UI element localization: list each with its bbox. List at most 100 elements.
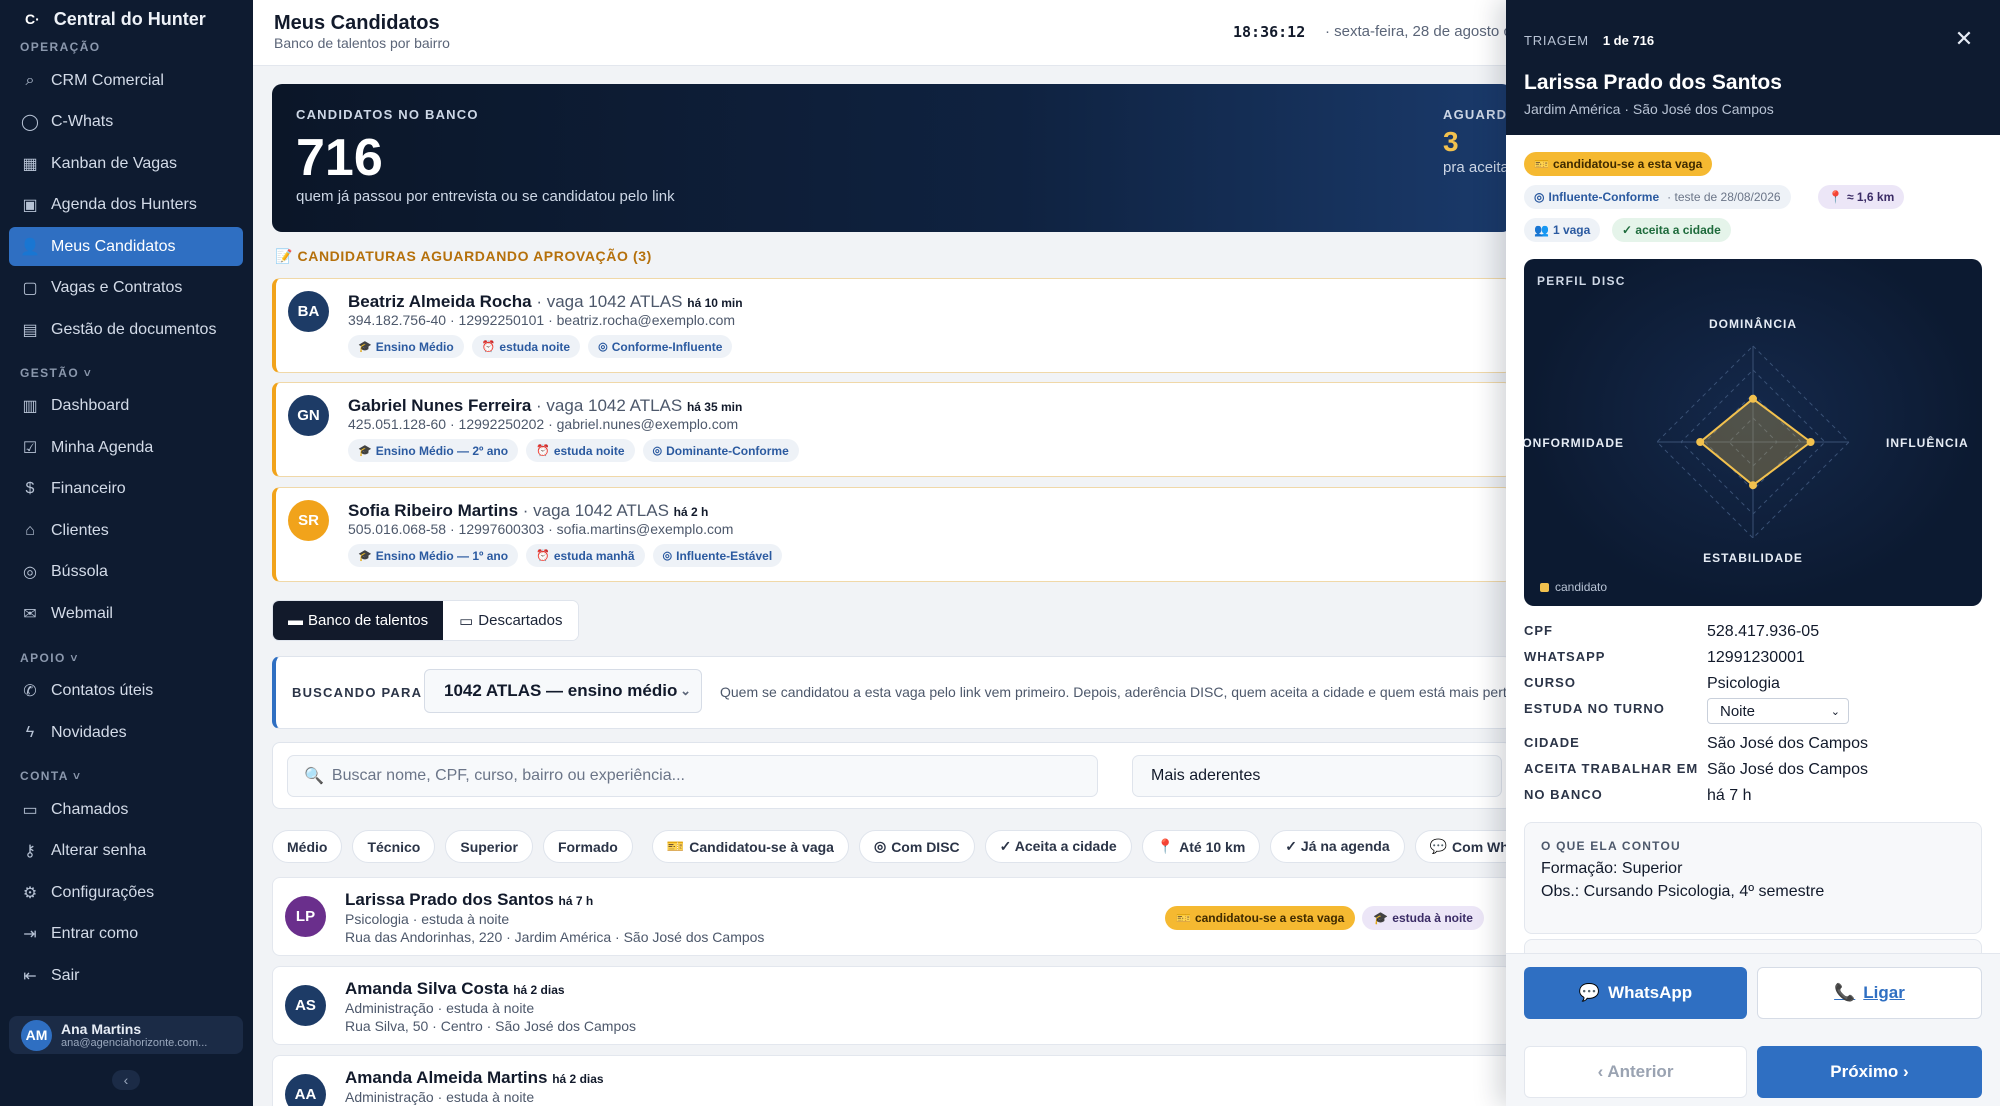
ticket-icon: 🎫 xyxy=(666,838,685,854)
disc-icon: ◎ xyxy=(598,341,608,353)
candidate-name: Amanda Silva Costa há 2 dias xyxy=(345,979,565,998)
radar-axis-label: INFLUÊNCIA xyxy=(1886,435,1969,450)
sidebar-item-clientes[interactable]: ⌂ Clientes xyxy=(9,511,243,550)
vacancies-badge: 👥 1 vaga xyxy=(1524,218,1601,242)
field-curso: CURSO Psicologia xyxy=(1524,675,1780,692)
shift-select[interactable]: Noite ⌄ xyxy=(1707,698,1849,724)
main-content: Meus Candidatos Banco de talentos por ba… xyxy=(253,0,1506,1106)
filter-formado[interactable]: Formado xyxy=(542,830,633,863)
sidebar-item-vagas[interactable]: ▢ Vagas e Contratos xyxy=(9,268,243,307)
ticket-icon: 🎫 xyxy=(1534,157,1549,171)
filter-aceita-cidade[interactable]: ✓ Aceita a cidade xyxy=(984,830,1132,863)
filter-candidatou[interactable]: 🎫 Candidatou-se à vaga xyxy=(651,830,849,863)
avatar: AS xyxy=(285,985,326,1026)
candidate-address: Rua das Andorinhas, 220 · Jardim América… xyxy=(345,929,765,945)
candidate-course: Administração · estuda à noite xyxy=(345,1000,535,1016)
sidebar-item-bussola[interactable]: ◎ Bússola xyxy=(9,552,243,591)
next-button[interactable]: Próximo › xyxy=(1757,1046,1982,1098)
graduation-cap-icon: 🎓 xyxy=(358,445,372,457)
sidebar-item-webmail[interactable]: ✉ Webmail xyxy=(9,594,243,633)
filter-medio[interactable]: Médio xyxy=(272,830,343,863)
section-apoio[interactable]: APOIO ˅ xyxy=(20,651,79,665)
shift-tag: ⏰ estuda noite xyxy=(471,335,581,358)
graduation-cap-icon: 🎓 xyxy=(358,341,372,353)
chat-bubble-icon: ◯ xyxy=(21,113,39,131)
candidate-course: Administração · estuda à noite xyxy=(345,1089,535,1105)
filter-tecnico[interactable]: Técnico xyxy=(352,830,436,863)
sidebar-item-contatos[interactable]: ✆ Contatos úteis xyxy=(9,671,243,710)
sort-select[interactable]: Mais aderentes xyxy=(1132,755,1502,797)
sidebar-item-label: C-Whats xyxy=(51,112,114,130)
radar-axis-label: DOMINÂNCIA xyxy=(1709,316,1797,331)
education-tag: 🎓 Ensino Médio — 1º ano xyxy=(348,544,519,567)
tab-banco-de-talentos[interactable]: ▬ Banco de talentos xyxy=(273,601,444,640)
filter-com-disc[interactable]: ◎ Com DISC xyxy=(858,830,975,863)
next-section-card xyxy=(1524,939,1982,953)
avatar: GN xyxy=(288,395,329,436)
pending-application-card[interactable]: SR Sofia Ribeiro Martins · vaga 1042 ATL… xyxy=(272,487,1506,582)
filter-superior[interactable]: Superior xyxy=(445,830,533,863)
avatar: SR xyxy=(288,500,329,541)
previous-button[interactable]: ‹ Anterior xyxy=(1524,1046,1747,1098)
pending-application-card[interactable]: BA Beatriz Almeida Rocha · vaga 1042 ATL… xyxy=(272,278,1506,373)
sidebar-item-alterar-senha[interactable]: ⚷ Alterar senha xyxy=(9,831,243,870)
radar-point xyxy=(1806,438,1815,446)
candidate-name: Amanda Almeida Martins há 2 dias xyxy=(345,1068,604,1087)
filter-com-whatsapp[interactable]: 💬Com WhatsApp xyxy=(1414,830,1506,863)
sidebar-item-novidades[interactable]: ϟ Novidades xyxy=(9,713,243,752)
section-conta[interactable]: CONTA ˅ xyxy=(20,769,81,783)
avatar: BA xyxy=(288,291,329,332)
tab-descartados[interactable]: ▭ Descartados xyxy=(444,601,578,640)
note-title: O QUE ELA CONTOU xyxy=(1541,839,1681,853)
collapse-sidebar-button[interactable]: ‹ xyxy=(112,1070,140,1090)
sidebar-item-label: Financeiro xyxy=(51,479,126,497)
sidebar-item-dashboard[interactable]: ▥ Dashboard xyxy=(9,386,243,425)
pending-application-card[interactable]: GN Gabriel Nunes Ferreira · vaga 1042 AT… xyxy=(272,382,1506,477)
stats-hero: CANDIDATOS NO BANCO 716 quem já passou p… xyxy=(272,84,1506,232)
candidate-name: Larissa Prado dos Santos há 7 h xyxy=(345,890,594,909)
search-input[interactable]: 🔍 Buscar nome, CPF, curso, bairro ou expe… xyxy=(287,755,1098,797)
graduation-cap-icon: 🎓 xyxy=(358,550,372,562)
sidebar-item-kanban[interactable]: ▦ Kanban de Vagas xyxy=(9,144,243,183)
clock-icon: ⏰ xyxy=(536,550,550,562)
close-icon[interactable]: ✕ xyxy=(1952,26,1976,51)
candidate-row[interactable]: AS Amanda Silva Costa há 2 dias Administ… xyxy=(272,966,1506,1045)
sidebar-item-sair[interactable]: ⇤ Sair xyxy=(9,956,243,995)
disc-icon: ◎ xyxy=(652,445,663,457)
call-button[interactable]: 📞 Ligar xyxy=(1757,967,1982,1019)
sidebar-item-crm[interactable]: ⌕ CRM Comercial xyxy=(9,61,243,100)
sidebar-item-minha-agenda[interactable]: ☑ Minha Agenda xyxy=(9,428,243,467)
vacancy-hint: Quem se candidatou a esta vaga pelo link… xyxy=(720,684,1506,700)
sidebar-item-cwhats[interactable]: ◯ C-Whats xyxy=(9,102,243,141)
current-date: · sexta-feira, 28 de agosto c xyxy=(1325,23,1506,40)
user-card[interactable]: AM Ana Martins ana@agenciahorizonte.com.… xyxy=(9,1016,243,1054)
whatsapp-button[interactable]: 💬 WhatsApp xyxy=(1524,967,1747,1019)
kanban-icon: ▦ xyxy=(22,155,38,173)
candidate-row[interactable]: AA Amanda Almeida Martins há 2 dias Admi… xyxy=(272,1055,1506,1106)
checkbox-icon: ☑ xyxy=(22,439,38,457)
sidebar-item-meus-candidatos[interactable]: 👤 Meus Candidatos xyxy=(9,227,243,266)
panel-body[interactable]: 🎫 candidatou-se a esta vaga ◎ Influente-Co… xyxy=(1506,135,2000,953)
note-line: Obs.: Cursando Psicologia, 4º semestre xyxy=(1541,883,1825,900)
sidebar-item-chamados[interactable]: ▭ Chamados xyxy=(9,790,243,829)
brand[interactable]: C· Central do Hunter xyxy=(25,7,206,31)
filter-ja-na-agenda[interactable]: ✓ Já na agenda xyxy=(1270,830,1405,863)
sidebar-item-financeiro[interactable]: $ Financeiro xyxy=(9,469,243,508)
disc-legend: candidato xyxy=(1540,580,1607,594)
sidebar-item-documentos[interactable]: ▤ Gestão de documentos xyxy=(9,310,243,349)
sidebar-item-agenda-hunters[interactable]: ▣ Agenda dos Hunters xyxy=(9,185,243,224)
clock-icon: ⏰ xyxy=(481,341,496,353)
vacancy-select[interactable]: 1042 ATLAS — ensino médio ⌄ xyxy=(424,669,702,713)
sidebar-item-label: Vagas e Contratos xyxy=(51,278,183,296)
field-no-banco: NO BANCO há 7 h xyxy=(1524,787,1752,804)
sidebar-item-entrar-como[interactable]: ⇥ Entrar como xyxy=(9,914,243,953)
filter-ate-10km[interactable]: 📍 Até 10 km xyxy=(1141,830,1261,863)
bar-chart-icon: ▥ xyxy=(22,397,38,415)
candidate-row[interactable]: LP Larissa Prado dos Santos há 7 h Psico… xyxy=(272,877,1506,956)
stat-label: CANDIDATOS NO BANCO xyxy=(296,107,479,122)
vacancy-selector-label: BUSCANDO PARA xyxy=(292,685,423,700)
speech-icon: 💬 xyxy=(1429,838,1448,854)
section-gestao[interactable]: GESTÃO ˅ xyxy=(20,366,92,380)
sidebar-item-configuracoes[interactable]: ⚙ Configurações xyxy=(9,873,243,912)
shift-tag: ⏰ estuda manhã xyxy=(526,544,645,567)
